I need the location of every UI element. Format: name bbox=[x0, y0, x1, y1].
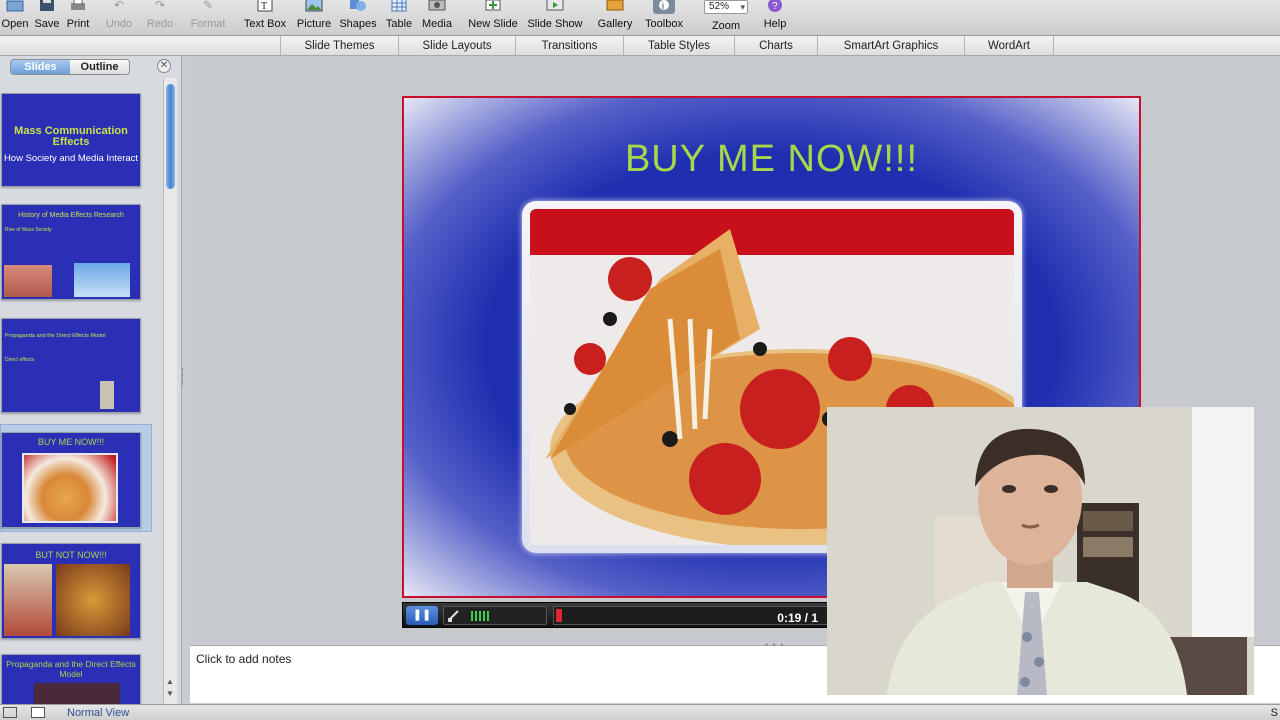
save-button[interactable]: Save bbox=[32, 0, 62, 36]
slide-2-photo-left bbox=[4, 265, 52, 297]
status-right-glyph: S bbox=[1270, 707, 1278, 719]
open-button[interactable]: Open bbox=[0, 0, 30, 36]
slide-5-photo-right bbox=[56, 564, 130, 636]
tab-slide-layouts[interactable]: Slide Layouts bbox=[398, 36, 515, 56]
status-bar: Normal View S bbox=[0, 704, 1280, 720]
media-control-bar: ❚❚ 0:19 / 1 bbox=[402, 602, 841, 628]
undo-button[interactable]: ↶ Undo bbox=[102, 0, 136, 36]
main-toolbar: Open Save Print ↶ Undo ↷ Redo ✎ Format T… bbox=[0, 0, 1280, 36]
help-icon: ? bbox=[764, 0, 786, 14]
gallery-button[interactable]: Gallery bbox=[595, 0, 635, 36]
volume-control[interactable] bbox=[443, 606, 547, 625]
slide-thumbnail-1[interactable]: Mass Communication Effects How Society a… bbox=[1, 93, 141, 187]
thumbnail-scrollbar[interactable]: ▲ ▼ bbox=[163, 78, 177, 704]
shapes-button[interactable]: Shapes bbox=[338, 0, 378, 36]
zoom-value[interactable]: 52% bbox=[704, 0, 748, 14]
tab-slides[interactable]: Slides bbox=[11, 60, 70, 74]
media-icon bbox=[426, 0, 448, 14]
slide-3-figure bbox=[100, 381, 114, 409]
tab-wordart[interactable]: WordArt bbox=[964, 36, 1054, 56]
video-scrubber[interactable]: 0:19 / 1 bbox=[553, 606, 833, 625]
svg-text:i: i bbox=[662, 1, 664, 11]
paintbrush-icon: ✎ bbox=[202, 0, 214, 12]
notes-resize-handle[interactable]: • • • bbox=[765, 640, 784, 650]
view-label: Normal View bbox=[67, 707, 130, 719]
new-slide-icon bbox=[482, 0, 504, 14]
scroll-down-icon[interactable]: ▼ bbox=[166, 689, 174, 698]
pause-icon: ❚❚ bbox=[412, 609, 432, 621]
toolbox-icon: i bbox=[653, 0, 675, 14]
scrubber-progress bbox=[556, 609, 562, 622]
grid-view-icon[interactable] bbox=[3, 707, 17, 718]
scrollbar-thumb[interactable] bbox=[166, 84, 175, 189]
zoom-control[interactable]: 52% Zoom bbox=[700, 0, 752, 36]
picture-icon bbox=[303, 0, 325, 14]
new-slide-button[interactable]: New Slide bbox=[465, 0, 521, 36]
slide-show-button[interactable]: Slide Show bbox=[525, 0, 585, 36]
panel-resize-handle[interactable] bbox=[182, 368, 185, 386]
format-button[interactable]: ✎ Format bbox=[188, 0, 228, 36]
normal-view-icon[interactable] bbox=[31, 707, 45, 718]
close-icon[interactable]: ✕ bbox=[157, 59, 171, 73]
scroll-up-icon[interactable]: ▲ bbox=[166, 677, 174, 686]
slide-thumbnail-2[interactable]: History of Media Effects Research Rise o… bbox=[1, 204, 141, 300]
print-button[interactable]: Print bbox=[63, 0, 93, 36]
pause-button[interactable]: ❚❚ bbox=[406, 606, 438, 625]
table-icon bbox=[388, 0, 410, 14]
help-button[interactable]: ? Help bbox=[760, 0, 790, 36]
notes-placeholder[interactable]: Click to add notes bbox=[196, 652, 291, 666]
tab-slide-themes[interactable]: Slide Themes bbox=[280, 36, 398, 56]
slide-5-photo-left bbox=[4, 564, 52, 636]
playback-time: 0:19 / 1 bbox=[777, 611, 818, 625]
view-segment-control: Slides Outline bbox=[10, 59, 130, 75]
ribbon-tab-bar: Slide Themes Slide Layouts Transitions T… bbox=[0, 36, 1280, 56]
slide-title[interactable]: BUY ME NOW!!! bbox=[404, 138, 1139, 181]
slide-4-pizza-thumb bbox=[22, 453, 118, 523]
volume-icon bbox=[448, 610, 459, 622]
shapes-icon bbox=[347, 0, 369, 14]
text-box-icon: T bbox=[254, 0, 276, 14]
table-button[interactable]: Table bbox=[384, 0, 414, 36]
tab-transitions[interactable]: Transitions bbox=[515, 36, 623, 56]
toolbox-button[interactable]: i Toolbox bbox=[640, 0, 688, 36]
undo-icon: ↶ bbox=[113, 0, 125, 12]
gallery-icon bbox=[604, 0, 626, 14]
slides-panel: Slides Outline ✕ Mass Communication Effe… bbox=[0, 56, 182, 714]
picture-button[interactable]: Picture bbox=[294, 0, 334, 36]
redo-button[interactable]: ↷ Redo bbox=[143, 0, 177, 36]
slide-2-photo-right bbox=[74, 263, 130, 297]
tab-smartart-graphics[interactable]: SmartArt Graphics bbox=[817, 36, 964, 56]
slide-thumbnail-3[interactable]: Propaganda and the Direct Effects Model … bbox=[1, 318, 141, 413]
tab-table-styles[interactable]: Table Styles bbox=[623, 36, 734, 56]
slide-thumbnail-4[interactable]: BUY ME NOW!!! bbox=[1, 432, 141, 528]
redo-icon: ↷ bbox=[154, 0, 166, 12]
tab-charts[interactable]: Charts bbox=[734, 36, 817, 56]
tab-outline[interactable]: Outline bbox=[70, 60, 129, 74]
text-box-button[interactable]: T Text Box bbox=[240, 0, 290, 36]
printer-icon bbox=[67, 0, 89, 14]
slide-thumbnail-5[interactable]: BUT NOT NOW!!! bbox=[1, 543, 141, 639]
webcam-overlay bbox=[827, 407, 1254, 695]
svg-text:T: T bbox=[261, 1, 267, 12]
svg-text:?: ? bbox=[772, 1, 778, 12]
media-button[interactable]: Media bbox=[420, 0, 454, 36]
floppy-disk-icon bbox=[36, 0, 58, 14]
folder-open-icon bbox=[4, 0, 26, 14]
slide-show-icon bbox=[544, 0, 566, 14]
